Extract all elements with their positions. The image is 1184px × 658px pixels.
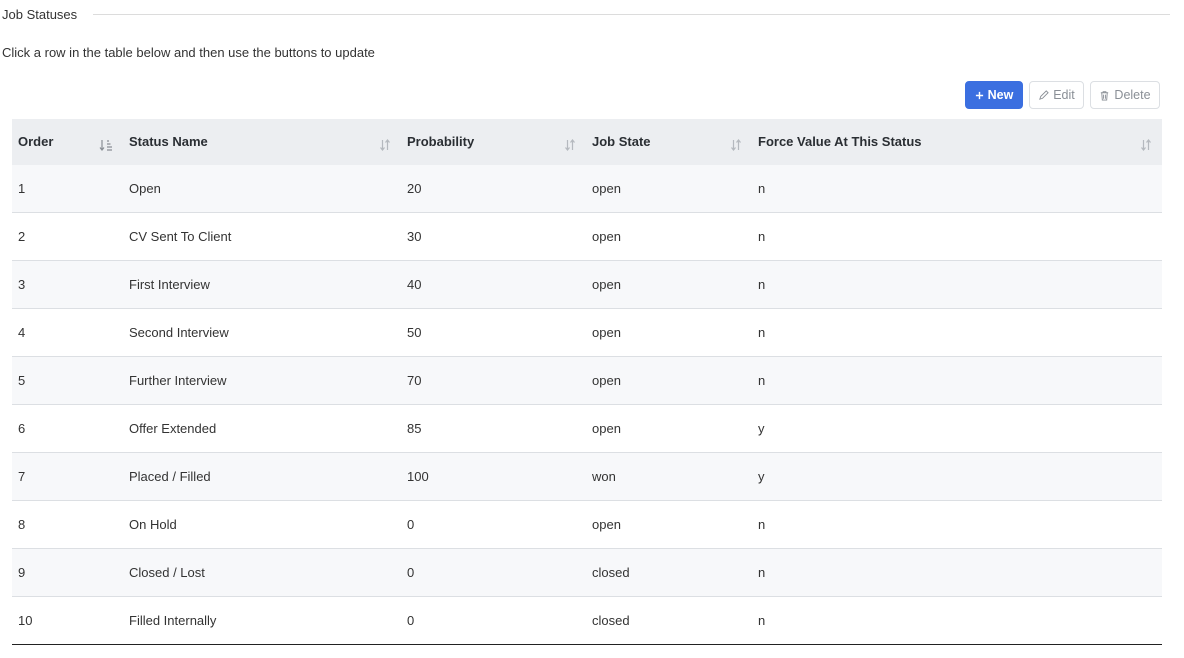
cell-force-value: n [758, 229, 766, 244]
cell-job-state: open [592, 421, 621, 436]
cell-force-value: y [758, 469, 765, 484]
cell-job-state: open [592, 373, 621, 388]
cell-order: 4 [18, 325, 26, 340]
sort-icon[interactable] [564, 139, 576, 154]
cell-status-name: Second Interview [129, 325, 229, 340]
cell-job-state: closed [592, 613, 630, 628]
toolbar: New Edit Delete [965, 81, 1160, 109]
cell-status-name: Placed / Filled [129, 469, 211, 484]
cell-order: 8 [18, 517, 26, 532]
trash-icon [1099, 90, 1110, 101]
edit-button-label: Edit [1053, 88, 1075, 102]
cell-job-state: open [592, 325, 621, 340]
cell-probability: 20 [407, 181, 422, 196]
table-row[interactable]: 8 On Hold 0 open n [12, 501, 1162, 549]
cell-force-value: n [758, 325, 766, 340]
sort-ascending-icon[interactable] [99, 139, 113, 154]
plus-icon [975, 91, 984, 100]
table-row[interactable]: 7 Placed / Filled 100 won y [12, 453, 1162, 501]
cell-force-value: n [758, 181, 766, 196]
table-row[interactable]: 4 Second Interview 50 open n [12, 309, 1162, 357]
new-button[interactable]: New [965, 81, 1023, 109]
cell-force-value: n [758, 373, 766, 388]
cell-force-value: n [758, 277, 766, 292]
cell-probability: 0 [407, 613, 415, 628]
new-button-label: New [987, 88, 1014, 102]
table-row[interactable]: 6 Offer Extended 85 open y [12, 405, 1162, 453]
cell-force-value: n [758, 565, 766, 580]
section-divider [93, 13, 1170, 15]
table-row[interactable]: 9 Closed / Lost 0 closed n [12, 549, 1162, 597]
column-header-probability[interactable]: Probability [401, 119, 586, 165]
instructions-text: Click a row in the table below and then … [2, 45, 375, 60]
sort-icon[interactable] [730, 139, 742, 154]
table-row[interactable]: 1 Open 20 open n [12, 165, 1162, 213]
cell-order: 9 [18, 565, 26, 580]
table-row[interactable]: 5 Further Interview 70 open n [12, 357, 1162, 405]
section-header: Job Statuses [0, 4, 1170, 24]
cell-probability: 30 [407, 229, 422, 244]
cell-force-value: n [758, 613, 766, 628]
sort-icon[interactable] [379, 139, 391, 154]
cell-order: 10 [18, 613, 33, 628]
cell-status-name: Open [129, 181, 161, 196]
pencil-icon [1038, 89, 1049, 101]
cell-probability: 40 [407, 277, 422, 292]
cell-job-state: open [592, 277, 621, 292]
cell-probability: 0 [407, 565, 415, 580]
cell-job-state: open [592, 517, 621, 532]
section-title: Job Statuses [2, 6, 78, 22]
sort-icon[interactable] [1140, 139, 1152, 154]
cell-status-name: CV Sent To Client [129, 229, 232, 244]
cell-status-name: On Hold [129, 517, 177, 532]
cell-probability: 100 [407, 469, 429, 484]
cell-status-name: Filled Internally [129, 613, 217, 628]
cell-status-name: Offer Extended [129, 421, 217, 436]
cell-job-state: closed [592, 565, 630, 580]
cell-probability: 0 [407, 517, 415, 532]
cell-order: 6 [18, 421, 26, 436]
cell-job-state: open [592, 229, 621, 244]
cell-order: 7 [18, 469, 26, 484]
edit-button[interactable]: Edit [1029, 81, 1084, 109]
cell-probability: 85 [407, 421, 422, 436]
column-header-order[interactable]: Order [12, 119, 123, 165]
table-body: 1 Open 20 open n 2 CV Sent To Client 30 … [12, 165, 1162, 645]
cell-order: 3 [18, 277, 26, 292]
table-row[interactable]: 3 First Interview 40 open n [12, 261, 1162, 309]
cell-force-value: n [758, 517, 766, 532]
cell-probability: 70 [407, 373, 422, 388]
delete-button[interactable]: Delete [1090, 81, 1160, 109]
job-statuses-page: Job Statuses Click a row in the table be… [0, 0, 1184, 658]
cell-order: 2 [18, 229, 26, 244]
cell-job-state: won [592, 469, 616, 484]
column-header-force-value[interactable]: Force Value At This Status [752, 119, 1162, 165]
cell-order: 5 [18, 373, 26, 388]
cell-force-value: y [758, 421, 765, 436]
cell-job-state: open [592, 181, 621, 196]
cell-status-name: Further Interview [129, 373, 227, 388]
cell-status-name: First Interview [129, 277, 210, 292]
table-row[interactable]: 2 CV Sent To Client 30 open n [12, 213, 1162, 261]
cell-status-name: Closed / Lost [129, 565, 205, 580]
table-row[interactable]: 10 Filled Internally 0 closed n [12, 597, 1162, 645]
column-header-status-name[interactable]: Status Name [123, 119, 401, 165]
cell-order: 1 [18, 181, 26, 196]
delete-button-label: Delete [1114, 88, 1151, 102]
job-statuses-table: Order Status Name Probability Job State … [12, 119, 1162, 645]
cell-probability: 50 [407, 325, 422, 340]
column-header-job-state[interactable]: Job State [586, 119, 752, 165]
table-header: Order Status Name Probability Job State … [12, 119, 1162, 165]
